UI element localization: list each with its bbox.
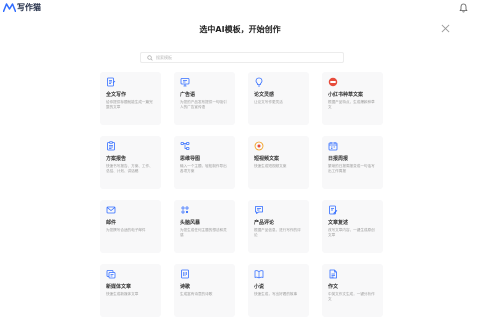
template-card-rewrite[interactable]: 文章复述 改写文章内容，一键生成原创文章 — [322, 200, 383, 253]
template-desc: 中英文作文生成，一键分析作文 — [328, 292, 375, 302]
calendar-icon — [328, 142, 338, 151]
template-title: 短视频文案 — [254, 156, 280, 162]
template-desc: 根据产品信息，进行写作的评论 — [254, 228, 301, 238]
template-desc: 繁琐的日报周报变成一句话写出工作周报 — [328, 164, 375, 174]
template-card-paper-inspiration[interactable]: 论文灵感 让论文写作更灵活 — [248, 72, 309, 125]
essay-icon — [329, 269, 337, 279]
logo-m-icon — [3, 2, 16, 12]
bulb-icon — [255, 77, 263, 87]
template-title: 产品评论 — [254, 220, 275, 226]
template-desc: 快速生成新媒体文章 — [106, 292, 139, 296]
novel-icon — [254, 270, 264, 279]
template-grid: 全文写作 给你提供标题就能生成一篇完整的文章 广告语 为您的产品发布提供一句吸引… — [100, 72, 385, 317]
rewrite-icon — [329, 205, 338, 215]
template-card-poem[interactable]: 诗歌 生成富有诗意的诗歌 — [174, 264, 235, 317]
template-title: 日报周报 — [328, 156, 349, 162]
template-title: 广告语 — [180, 92, 196, 98]
template-card-short-video[interactable]: 短视频文案 快速生成短视频文案 — [248, 136, 309, 189]
mail-icon — [106, 206, 116, 214]
template-desc: 为您生成任何主题的想法和灵感 — [180, 228, 227, 238]
report-icon — [107, 141, 115, 151]
template-desc: 输入一个主题，轻松制作导出各项方案 — [180, 164, 227, 174]
template-desc: 快速生成短视频文案 — [254, 164, 287, 168]
doc-icon — [107, 77, 116, 87]
video-icon — [254, 141, 264, 151]
template-title: 论文灵感 — [254, 92, 275, 98]
template-title: 邮件 — [106, 220, 117, 226]
template-card-novel[interactable]: 小说 快速生成，写出好看的故事 — [248, 264, 309, 317]
template-card-new-media[interactable]: 新媒体文章 快速生成新媒体文章 — [100, 264, 161, 317]
template-title: 文章复述 — [328, 220, 349, 226]
template-card-product-review[interactable]: 产品评论 根据产品信息，进行写作的评论 — [248, 200, 309, 253]
search-icon — [147, 54, 153, 61]
template-search[interactable] — [140, 52, 344, 63]
template-title: 头脑风暴 — [180, 220, 201, 226]
template-card-email[interactable]: 邮件 为您撰写合适的电子邮件 — [100, 200, 161, 253]
template-card-essay[interactable]: 作文 中英文作文生成，一键分析作文 — [322, 264, 383, 317]
template-card-full-writing[interactable]: 全文写作 给你提供标题就能生成一篇完整的文章 — [100, 72, 161, 125]
template-desc: 改写文章内容，一键生成原创文章 — [328, 228, 375, 238]
template-title: 小说 — [254, 284, 265, 290]
template-card-report[interactable]: 方案报告 快速书写报告、方案、工作、总结、计划、讲话稿 — [100, 136, 161, 189]
template-title: 全文写作 — [106, 92, 127, 98]
template-desc: 快速生成，写出好看的故事 — [254, 292, 298, 296]
app-name: 写作猫 — [17, 2, 41, 12]
dialog-title: 选中AI模板，开始创作 — [199, 25, 281, 34]
template-desc: 根据产品特点，生成爆款种草文 — [328, 100, 375, 110]
monitor-icon — [180, 78, 190, 87]
app-logo[interactable]: 写作猫 — [3, 2, 41, 12]
red-badge-icon — [328, 77, 338, 87]
bell-icon[interactable] — [459, 3, 468, 13]
template-title: 新媒体文章 — [106, 284, 132, 290]
template-title: 诗歌 — [180, 284, 191, 290]
storm-icon — [181, 206, 189, 214]
top-bar: 写作猫 — [0, 0, 480, 16]
template-card-slogan[interactable]: 广告语 为您的产品发布提供一句吸引人的广告宣传语 — [174, 72, 235, 125]
template-card-mindmap[interactable]: 思维导图 输入一个主题，轻松制作导出各项方案 — [174, 136, 235, 189]
comment-icon — [255, 206, 263, 214]
template-desc: 生成富有诗意的诗歌 — [180, 292, 213, 296]
template-desc: 为您的产品发布提供一句吸引人的广告宣传语 — [180, 100, 227, 110]
template-desc: 让论文写作更灵活 — [254, 100, 283, 104]
template-title: 方案报告 — [106, 156, 127, 162]
template-desc: 为您撰写合适的电子邮件 — [106, 228, 146, 232]
template-desc: 给你提供标题就能生成一篇完整的文章 — [106, 100, 153, 110]
mindmap-icon — [180, 142, 190, 150]
template-title: 小红书种草文案 — [328, 92, 364, 98]
poem-icon — [181, 269, 189, 279]
template-card-daily-weekly[interactable]: 日报周报 繁琐的日报周报变成一句话写出工作周报 — [322, 136, 383, 189]
template-title: 思维导图 — [180, 156, 201, 162]
template-title: 作文 — [328, 284, 339, 290]
template-card-xiaohongshu[interactable]: 小红书种草文案 根据产品特点，生成爆款种草文 — [322, 72, 383, 125]
search-input[interactable] — [156, 53, 336, 62]
close-icon[interactable] — [441, 24, 450, 33]
template-desc: 快速书写报告、方案、工作、总结、计划、讲话稿 — [106, 164, 153, 174]
media-icon — [106, 270, 116, 279]
template-card-brainstorm[interactable]: 头脑风暴 为您生成任何主题的想法和灵感 — [174, 200, 235, 253]
